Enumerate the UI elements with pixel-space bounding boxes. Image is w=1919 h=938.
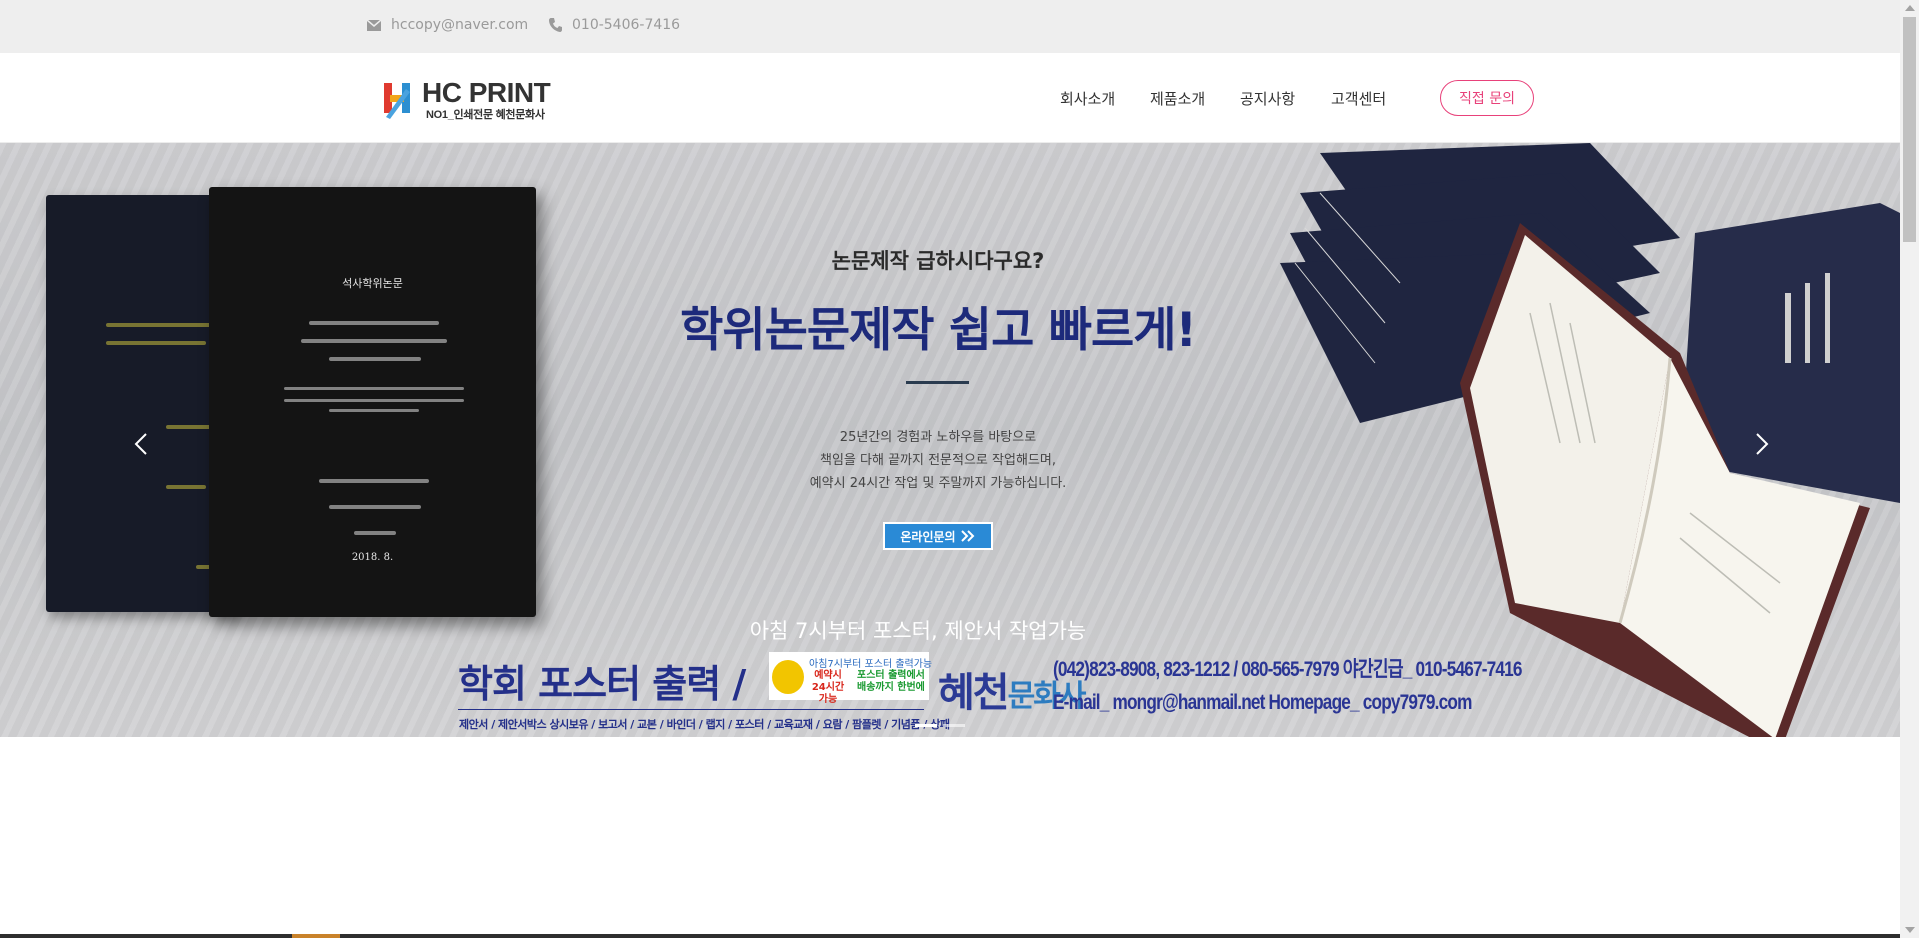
slide-dot-1[interactable]: [915, 724, 937, 727]
top-contact-bar: hccopy@naver.com 010-5406-7416: [0, 0, 1900, 53]
direct-inquiry-button[interactable]: 직접 문의: [1440, 80, 1534, 116]
banner-contact-phones: (042)823-8908, 823-1212 / 080-565-7979 야…: [1053, 658, 1523, 681]
envelope-icon: [367, 19, 381, 31]
email-contact[interactable]: hccopy@naver.com: [367, 17, 528, 33]
slide-dot-2[interactable]: [943, 724, 965, 727]
hero-slider: 석사학위논문 2018. 8. 논문제작 급하시다구요? 학위논문제작 쉽고 빠…: [0, 143, 1900, 737]
phone-icon: [549, 18, 562, 32]
card-reserve: 예약시 24시간 가능: [811, 670, 845, 705]
banner-headline: 아침 7시부터 포스터, 제안서 작업가능: [749, 619, 1087, 643]
hc-logo-icon: [384, 83, 410, 119]
nav-support[interactable]: 고객센터: [1331, 88, 1386, 109]
hero-divider: [906, 381, 969, 384]
hero-desc-line-1: 25년간의 경험과 노하우를 바탕으로: [839, 430, 1037, 445]
banner-card: 아침7시부터 포스터 출력가능 예약시 24시간 가능 포스터 출력에서 배송까…: [769, 652, 933, 705]
banner-title: 학회 포스터 출력 /: [458, 662, 746, 706]
scroll-down-icon[interactable]: [1905, 927, 1915, 933]
book-cover-title: 석사학위논문: [342, 277, 403, 290]
card-delivery: 포스터 출력에서 배송까지 한번에: [857, 670, 925, 693]
chevron-right-icon[interactable]: [1749, 426, 1773, 462]
nav-notice[interactable]: 공지사항: [1240, 88, 1295, 109]
bottom-strip-accent: [292, 934, 340, 938]
scroll-up-icon[interactable]: [1905, 5, 1915, 11]
banner-underline: [458, 709, 924, 710]
online-inquiry-button[interactable]: 온라인문의: [883, 522, 993, 550]
page-scrollbar[interactable]: [1900, 0, 1919, 938]
delivery-scooter-icon: [772, 660, 804, 694]
double-chevron-right-icon: [960, 530, 975, 542]
slider-pagination: [915, 724, 965, 727]
phone-text: 010-5406-7416: [572, 17, 681, 33]
book-date: 2018. 8.: [351, 552, 394, 563]
brand-main: 혜천: [938, 670, 1010, 716]
hero-title: 학위논문제작 쉽고 빠르게!: [680, 303, 1197, 358]
hero-desc-line-3: 예약시 24시간 작업 및 주말까지 가능하십니다.: [809, 476, 1067, 491]
chevron-left-icon[interactable]: [130, 426, 154, 462]
banner-services: 제안서 / 제안서박스 상시보유 / 보고서 / 교본 / 바인더 / 랩지 /…: [459, 718, 950, 731]
logo-tagline: NO1_인쇄전문 혜천문화사: [426, 109, 545, 121]
nav-company[interactable]: 회사소개: [1060, 88, 1115, 109]
hero-desc-line-2: 책임을 다해 끝까지 전문적으로 작업해드며,: [820, 453, 1056, 468]
email-text: hccopy@naver.com: [391, 17, 529, 33]
hero-subtitle: 논문제작 급하시다구요?: [831, 249, 1045, 273]
logo-wordmark: HC PRINT: [422, 77, 551, 108]
scroll-thumb[interactable]: [1903, 17, 1916, 242]
phone-contact[interactable]: 010-5406-7416: [549, 17, 680, 33]
site-header: HC PRINT NO1_인쇄전문 혜천문화사 회사소개 제품소개 공지사항 고…: [0, 53, 1900, 143]
online-inquiry-label: 온라인문의: [900, 529, 956, 544]
site-logo[interactable]: HC PRINT NO1_인쇄전문 혜천문화사: [382, 77, 557, 121]
banner-contact-web: E-mail_ mongr@hanmail.net Homepage_ copy…: [1053, 691, 1472, 714]
card-line-1: 아침7시부터 포스터 출력가능: [809, 659, 933, 670]
nav-products[interactable]: 제품소개: [1150, 88, 1205, 109]
bottom-strip: [0, 934, 1900, 938]
